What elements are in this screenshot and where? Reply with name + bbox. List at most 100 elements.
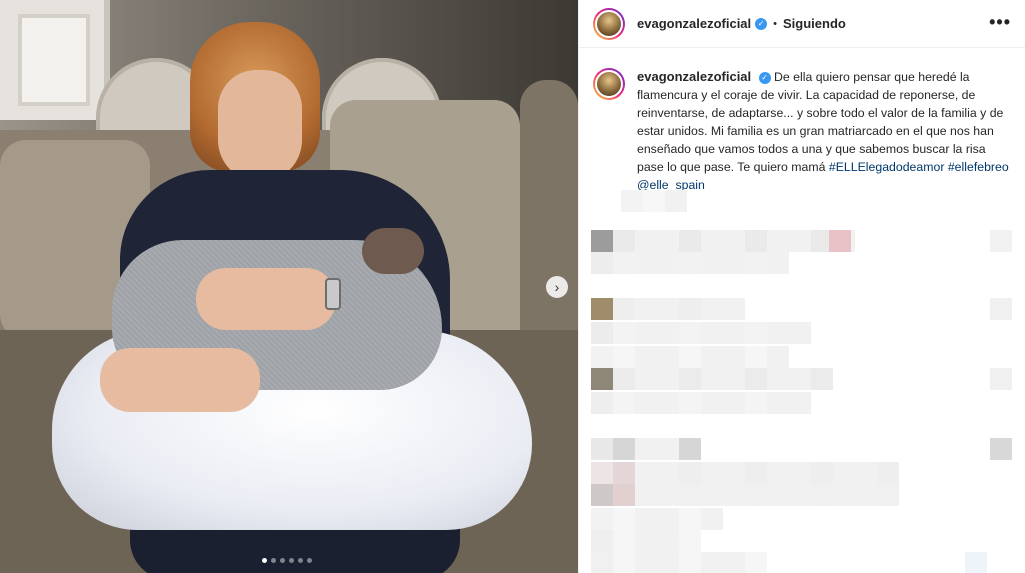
redacted-pixel bbox=[679, 252, 701, 274]
post-header: evagonzalezoficial ✓ • Siguiendo ••• bbox=[579, 0, 1025, 48]
redacted-pixel bbox=[723, 552, 745, 573]
avatar[interactable] bbox=[593, 7, 625, 40]
redacted-pixel bbox=[701, 252, 723, 274]
redacted-pixel bbox=[811, 462, 833, 484]
redacted-pixel bbox=[723, 230, 745, 252]
redacted-pixel bbox=[657, 552, 679, 573]
redacted-pixel bbox=[635, 552, 657, 573]
redacted-pixel bbox=[635, 484, 657, 506]
redacted-pixel bbox=[789, 368, 811, 390]
redacted-pixel bbox=[657, 438, 679, 460]
carousel-dot-5 bbox=[298, 558, 303, 563]
redacted-pixel bbox=[723, 392, 745, 414]
redacted-pixel bbox=[745, 368, 767, 390]
redacted-pixel bbox=[877, 484, 899, 506]
redacted-pixel bbox=[789, 392, 811, 414]
redacted-pixel bbox=[613, 298, 635, 320]
redacted-pixel bbox=[657, 346, 679, 368]
redacted-pixel bbox=[990, 368, 1012, 390]
redacted-pixel bbox=[990, 438, 1012, 460]
redacted-pixel bbox=[723, 298, 745, 320]
redacted-pixel bbox=[701, 484, 723, 506]
redacted-pixel bbox=[829, 230, 851, 252]
redacted-pixel bbox=[789, 462, 811, 484]
redacted-pixel bbox=[591, 552, 613, 573]
carousel-dot-6 bbox=[307, 558, 312, 563]
redacted-pixel bbox=[591, 230, 613, 252]
redacted-pixel bbox=[701, 322, 723, 344]
post-caption: evagonzalezoficial ✓ De ella quiero pens… bbox=[579, 48, 1025, 194]
redacted-pixel bbox=[613, 530, 635, 552]
redacted-pixel bbox=[701, 552, 723, 573]
redacted-pixel bbox=[679, 484, 701, 506]
redacted-pixel bbox=[723, 368, 745, 390]
redacted-pixel bbox=[613, 508, 635, 530]
redacted-pixel bbox=[767, 392, 789, 414]
photo-baby-head bbox=[362, 228, 424, 274]
redacted-pixel bbox=[745, 346, 767, 368]
redacted-pixel bbox=[635, 322, 657, 344]
redacted-pixel bbox=[679, 552, 701, 573]
redacted-pixel bbox=[767, 230, 789, 252]
redacted-pixel bbox=[701, 346, 723, 368]
redacted-pixel bbox=[613, 322, 635, 344]
redacted-pixel bbox=[613, 368, 635, 390]
redacted-pixel bbox=[679, 508, 701, 530]
following-button[interactable]: Siguiendo bbox=[783, 16, 846, 31]
redacted-pixel bbox=[657, 530, 679, 552]
redacted-pixel bbox=[789, 322, 811, 344]
redacted-pixel bbox=[723, 462, 745, 484]
redacted-pixel bbox=[767, 368, 789, 390]
redacted-pixel bbox=[789, 230, 811, 252]
redacted-pixel bbox=[657, 462, 679, 484]
redacted-pixel bbox=[745, 252, 767, 274]
carousel-dot-2 bbox=[271, 558, 276, 563]
caption-text: evagonzalezoficial ✓ De ella quiero pens… bbox=[637, 68, 1011, 194]
redacted-pixel bbox=[635, 230, 657, 252]
redacted-pixel bbox=[591, 530, 613, 552]
redacted-pixel bbox=[613, 484, 635, 506]
redacted-pixel bbox=[635, 530, 657, 552]
header-username[interactable]: evagonzalezoficial bbox=[637, 16, 751, 31]
caption-avatar[interactable] bbox=[593, 68, 625, 100]
carousel-next-button[interactable]: › bbox=[546, 276, 568, 298]
redacted-pixel bbox=[657, 252, 679, 274]
redacted-pixel bbox=[613, 252, 635, 274]
redacted-pixel bbox=[701, 508, 723, 530]
redacted-pixel bbox=[679, 298, 701, 320]
redacted-pixel bbox=[855, 484, 877, 506]
redacted-pixel bbox=[767, 322, 789, 344]
redacted-pixel bbox=[657, 298, 679, 320]
redacted-pixel bbox=[833, 484, 855, 506]
redacted-pixel bbox=[591, 346, 613, 368]
redacted-pixel bbox=[679, 346, 701, 368]
redacted-pixel bbox=[745, 484, 767, 506]
redacted-pixel bbox=[635, 368, 657, 390]
caption-username[interactable]: evagonzalezoficial bbox=[637, 69, 751, 84]
redacted-pixel bbox=[635, 346, 657, 368]
hashtag-link-2[interactable]: #ellefebreo bbox=[948, 160, 1009, 174]
redacted-pixel bbox=[657, 508, 679, 530]
redacted-pixel bbox=[591, 252, 613, 274]
redacted-pixel bbox=[613, 462, 635, 484]
redacted-pixel bbox=[745, 552, 767, 573]
post-photo[interactable]: › bbox=[0, 0, 578, 573]
redacted-pixel bbox=[613, 438, 635, 460]
redacted-pixel bbox=[643, 190, 665, 212]
caption-body: De ella quiero pensar que heredé la flam… bbox=[637, 70, 1004, 174]
redacted-pixel bbox=[701, 230, 723, 252]
post-sidebar: evagonzalezoficial ✓ • Siguiendo ••• eva… bbox=[578, 0, 1025, 573]
redacted-pixel bbox=[990, 230, 1012, 252]
redacted-pixel bbox=[745, 230, 767, 252]
redacted-pixel bbox=[657, 368, 679, 390]
redacted-pixel bbox=[635, 438, 657, 460]
redacted-pixel bbox=[965, 552, 987, 573]
verified-badge-icon: ✓ bbox=[755, 17, 768, 30]
redacted-pixel bbox=[591, 484, 613, 506]
hashtag-link-1[interactable]: #ELLElegadodeamor bbox=[829, 160, 945, 174]
carousel-dots bbox=[262, 558, 312, 563]
more-options-icon[interactable]: ••• bbox=[989, 12, 1011, 33]
chevron-right-icon: › bbox=[554, 279, 560, 295]
redacted-pixel bbox=[811, 484, 833, 506]
redacted-pixel bbox=[657, 392, 679, 414]
